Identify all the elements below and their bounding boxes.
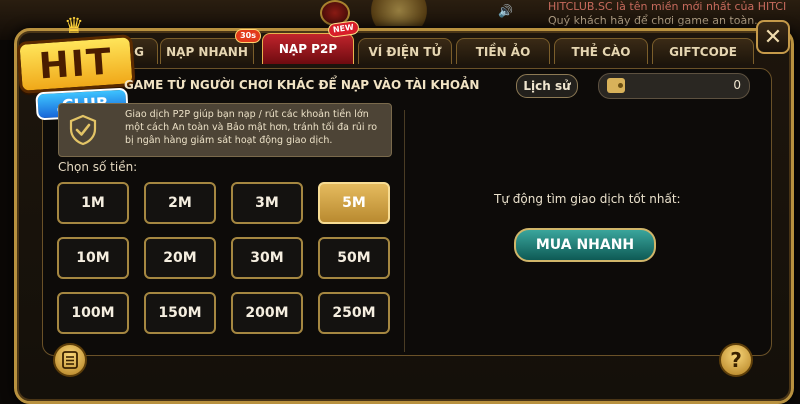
list-icon: [62, 351, 78, 369]
menu-button[interactable]: [53, 343, 87, 377]
tab-badge-30s: 30s: [235, 29, 261, 43]
amount-option-30m[interactable]: 30M: [231, 237, 303, 279]
shield-check-icon: [69, 114, 97, 146]
marquee-line-1: HITCLUB.SC là tên miền mới nhất của HITC…: [548, 0, 787, 13]
amount-option-200m[interactable]: 200M: [231, 292, 303, 334]
amount-option-2m[interactable]: 2M: [144, 182, 216, 224]
amount-option-10m[interactable]: 10M: [57, 237, 129, 279]
page-subtitle: GAME TỪ NGƯỜI CHƠI KHÁC ĐỂ NẠP VÀO TÀI K…: [124, 78, 480, 92]
background-emblem: [363, 0, 435, 26]
amount-value: 20M: [163, 250, 197, 266]
tab-label: NẠP NHANH: [166, 44, 248, 59]
speaker-icon[interactable]: 🔊: [498, 4, 513, 18]
amount-option-3m[interactable]: 3M: [231, 182, 303, 224]
amount-option-20m[interactable]: 20M: [144, 237, 216, 279]
help-icon: ?: [730, 348, 742, 372]
amount-value: 5M: [342, 195, 366, 211]
auto-match-label: Tự động tìm giao dịch tốt nhất:: [494, 192, 681, 206]
panel-divider: [404, 110, 405, 352]
tab-label: VÍ ĐIỆN TỬ: [368, 44, 442, 59]
logo-hit-text: HIT: [16, 34, 136, 94]
buy-now-label: MUA NHANH: [535, 237, 635, 253]
amount-value: 200M: [245, 305, 289, 321]
tab-vi-dien-tu[interactable]: VÍ ĐIỆN TỬ: [358, 38, 452, 64]
wallet-icon: [607, 78, 625, 93]
tab-nap-nhanh[interactable]: NẠP NHANH 30s: [160, 29, 261, 64]
crown-icon: ♛: [64, 14, 84, 39]
tab-tien-ao[interactable]: TIỀN ẢO: [456, 38, 550, 64]
close-button[interactable]: ✕: [756, 20, 790, 54]
info-text: Giao dịch P2P giúp bạn nạp / rút các kho…: [125, 109, 378, 146]
amount-value: 3M: [255, 195, 279, 211]
help-button[interactable]: ?: [719, 343, 753, 377]
amount-value: 50M: [337, 250, 371, 266]
amount-label: Chọn số tiền:: [58, 160, 138, 174]
tab-label: TIỀN ẢO: [475, 44, 531, 59]
tab-giftcode[interactable]: GIFTCODE: [652, 38, 754, 64]
amount-value: 250M: [332, 305, 376, 321]
amount-value: 30M: [250, 250, 284, 266]
buy-now-button[interactable]: MUA NHANH: [514, 228, 656, 262]
balance-value: 0: [733, 78, 741, 92]
tab-nap-p2p[interactable]: NẠP P2P NEW: [262, 19, 360, 64]
amount-value: 100M: [71, 305, 115, 321]
amount-option-150m[interactable]: 150M: [144, 292, 216, 334]
amount-option-50m[interactable]: 50M: [318, 237, 390, 279]
balance-display: 0: [598, 73, 750, 99]
history-label: Lịch sử: [523, 79, 571, 93]
amount-option-100m[interactable]: 100M: [57, 292, 129, 334]
amount-value: 1M: [81, 195, 105, 211]
amount-option-1m[interactable]: 1M: [57, 182, 129, 224]
amount-value: 150M: [158, 305, 202, 321]
tab-the-cao[interactable]: THẺ CÀO: [554, 38, 648, 64]
close-icon: ✕: [763, 24, 783, 50]
history-button[interactable]: Lịch sử: [516, 74, 578, 98]
tab-label: NẠP P2P: [278, 42, 338, 56]
amount-value: 2M: [168, 195, 192, 211]
amount-option-250m[interactable]: 250M: [318, 292, 390, 334]
tab-label: THẺ CÀO: [571, 44, 631, 59]
amount-value: 10M: [76, 250, 110, 266]
p2p-info-box: Giao dịch P2P giúp bạn nạp / rút các kho…: [58, 103, 392, 157]
amount-option-5m[interactable]: 5M: [318, 182, 390, 224]
tab-label: GIFTCODE: [669, 44, 737, 59]
